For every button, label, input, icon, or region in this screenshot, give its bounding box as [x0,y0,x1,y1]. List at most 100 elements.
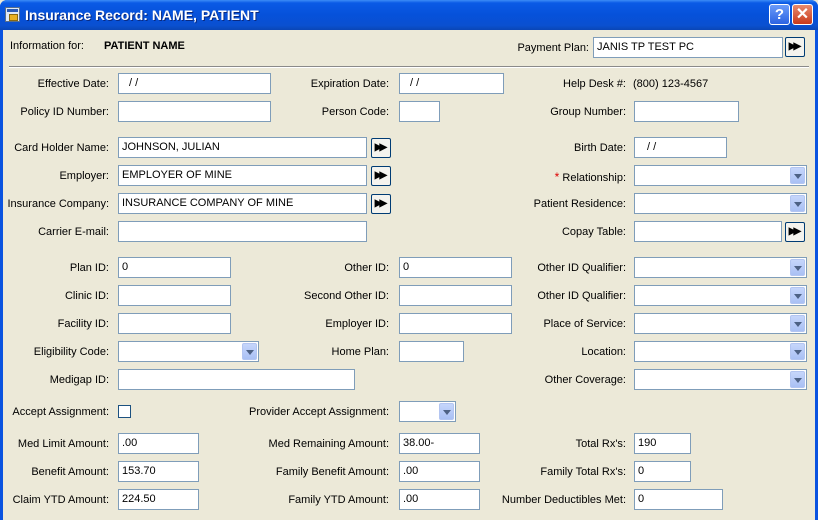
other-id-qualifier-2-label: Other ID Qualifier: [537,290,626,302]
employer-forward-button[interactable]: ▶▶ [371,166,391,186]
payment-plan-field[interactable]: JANIS TP TEST PC [593,37,783,58]
other-coverage-select[interactable] [634,369,807,390]
help-desk-value: (800) 123-4567 [633,78,709,90]
claim-ytd-amount-label: Claim YTD Amount: [12,494,109,506]
form-content: Information for: PATIENT NAME Payment Pl… [3,30,815,520]
eligibility-code-select[interactable] [118,341,259,362]
number-deductibles-met-field[interactable]: 0 [634,489,723,510]
relationship-label: Relationship: [562,172,626,184]
second-other-id-field[interactable] [399,285,512,306]
fast-forward-icon: ▶▶ [374,170,388,181]
fast-forward-icon: ▶▶ [374,142,388,153]
group-number-field[interactable] [634,101,739,122]
help-button[interactable]: ? [769,4,790,25]
medigap-id-field[interactable] [118,369,355,390]
chevron-down-icon[interactable] [790,315,805,332]
patient-name: PATIENT NAME [104,40,185,52]
relationship-label-wrap: * Relationship: [533,170,626,184]
person-code-field[interactable] [399,101,440,122]
home-plan-field[interactable] [399,341,464,362]
employer-label: Employer: [59,170,109,182]
relationship-select[interactable] [634,165,807,186]
med-remaining-amount-field[interactable]: 38.00- [399,433,480,454]
clinic-id-field[interactable] [118,285,231,306]
copay-table-forward-button[interactable]: ▶▶ [785,222,805,242]
location-select[interactable] [634,341,807,362]
help-desk-label: Help Desk #: [563,78,626,90]
insurance-company-field[interactable]: INSURANCE COMPANY OF MINE [118,193,367,214]
effective-date-field[interactable]: / / [118,73,271,94]
title-bar[interactable]: Insurance Record: NAME, PATIENT ? ✕ [0,0,818,30]
carrier-email-field[interactable] [118,221,367,242]
claim-ytd-amount-field[interactable]: 224.50 [118,489,199,510]
chevron-down-icon[interactable] [790,259,805,276]
plan-id-field[interactable]: 0 [118,257,231,278]
home-plan-label: Home Plan: [331,346,389,358]
family-ytd-amount-field[interactable]: .00 [399,489,480,510]
other-id-qualifier-2-select[interactable] [634,285,807,306]
second-other-id-label: Second Other ID: [304,290,389,302]
payment-plan-label: Payment Plan: [517,42,589,54]
close-button[interactable]: ✕ [792,4,813,25]
card-holder-forward-button[interactable]: ▶▶ [371,138,391,158]
employer-field[interactable]: EMPLOYER OF MINE [118,165,367,186]
chevron-down-icon[interactable] [790,195,805,212]
provider-accept-assignment-label: Provider Accept Assignment: [248,406,389,418]
medigap-id-label: Medigap ID: [49,374,109,386]
number-deductibles-met-label: Number Deductibles Met: [501,494,626,506]
insurance-company-label: Insurance Company: [7,198,110,210]
place-of-service-select[interactable] [634,313,807,334]
other-id-field[interactable]: 0 [399,257,512,278]
family-ytd-amount-label: Family YTD Amount: [288,494,389,506]
patient-residence-select[interactable] [634,193,807,214]
benefit-amount-label: Benefit Amount: [31,466,109,478]
chevron-down-icon[interactable] [242,343,257,360]
facility-id-label: Facility ID: [57,318,109,330]
fast-forward-icon: ▶▶ [788,226,802,237]
policy-id-label: Policy ID Number: [20,106,109,118]
other-id-label: Other ID: [344,262,389,274]
other-id-qualifier-1-select[interactable] [634,257,807,278]
card-holder-field[interactable]: JOHNSON, JULIAN [118,137,367,158]
family-benefit-amount-label: Family Benefit Amount: [275,466,389,478]
insurance-record-window: Insurance Record: NAME, PATIENT ? ✕ Info… [0,0,818,520]
birth-date-field[interactable]: / / [634,137,727,158]
place-of-service-label: Place of Service: [543,318,626,330]
benefit-amount-field[interactable]: 153.70 [118,461,199,482]
chevron-down-icon[interactable] [790,343,805,360]
accept-assignment-label: Accept Assignment: [12,406,109,418]
patient-residence-label: Patient Residence: [533,198,626,210]
expiration-date-label: Expiration Date: [310,78,389,90]
fast-forward-icon: ▶▶ [374,198,388,209]
carrier-email-label: Carrier E-mail: [38,226,109,238]
facility-id-field[interactable] [118,313,231,334]
accept-assignment-checkbox[interactable] [118,405,131,418]
family-total-rx-field[interactable]: 0 [634,461,691,482]
birth-date-label: Birth Date: [574,142,626,154]
copay-table-field[interactable] [634,221,782,242]
info-for-label: Information for: [10,40,84,52]
group-number-label: Group Number: [550,106,626,118]
clinic-id-label: Clinic ID: [64,290,109,302]
policy-id-field[interactable] [118,101,271,122]
expiration-date-field[interactable]: / / [399,73,504,94]
plan-id-label: Plan ID: [69,262,109,274]
payment-plan-forward-button[interactable]: ▶▶ [785,37,805,57]
total-rx-field[interactable]: 190 [634,433,691,454]
effective-date-label: Effective Date: [37,78,109,90]
employer-id-field[interactable] [399,313,512,334]
person-code-label: Person Code: [321,106,389,118]
chevron-down-icon[interactable] [790,167,805,184]
provider-accept-assignment-select[interactable] [399,401,456,422]
chevron-down-icon[interactable] [790,371,805,388]
med-limit-amount-field[interactable]: .00 [118,433,199,454]
window-title: Insurance Record: NAME, PATIENT [25,7,259,23]
chevron-down-icon[interactable] [439,403,454,420]
eligibility-code-label: Eligibility Code: [33,346,109,358]
copay-table-label: Copay Table: [561,226,626,238]
chevron-down-icon[interactable] [790,287,805,304]
insurance-company-forward-button[interactable]: ▶▶ [371,194,391,214]
total-rx-label: Total Rx's: [575,438,626,450]
family-benefit-amount-field[interactable]: .00 [399,461,480,482]
other-id-qualifier-1-label: Other ID Qualifier: [537,262,626,274]
